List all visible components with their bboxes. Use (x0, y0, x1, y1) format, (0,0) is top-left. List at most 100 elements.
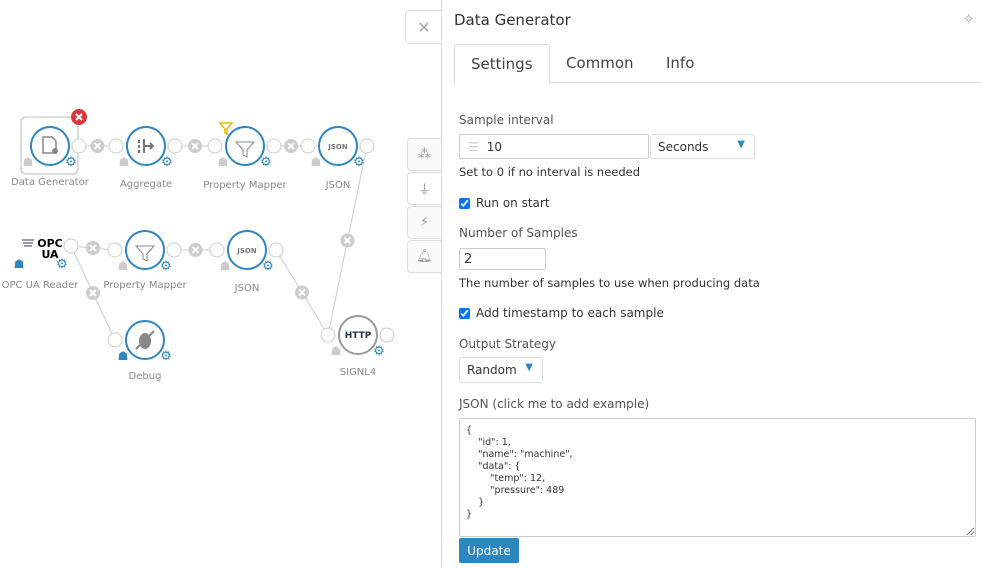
interval-unit-select[interactable]: Seconds ▼ (650, 134, 755, 159)
svg-text:JSON: JSON (327, 143, 348, 151)
gear-icon[interactable]: ⚙ (65, 155, 77, 170)
debug-icon[interactable]: ☗ (118, 349, 129, 363)
debug-icon[interactable]: ☗ (23, 155, 34, 169)
tab-info[interactable]: Info (650, 44, 710, 83)
flow-node-debug[interactable]: ☗ ⚙ Debug (107, 320, 172, 382)
add-timestamp-checkbox[interactable]: Add timestamp to each sample (459, 306, 664, 320)
json-icon: JSON (327, 143, 348, 151)
output-port[interactable] (167, 138, 183, 154)
json-icon: JSON (236, 247, 257, 255)
debug-icon[interactable]: ☗ (220, 259, 231, 273)
node-label: Data Generator (11, 177, 90, 188)
delete-connection-button[interactable] (188, 139, 202, 153)
delete-node-button[interactable] (71, 109, 87, 125)
debug-icon[interactable]: ☗ (218, 155, 229, 169)
bell-icon: 🔔︎ (416, 249, 433, 264)
flow-canvas[interactable]: ☗ ⚙ Data Generator ☗ ⚙ Aggregate ☗ ⚙ Property Ma… (0, 0, 405, 568)
json-label[interactable]: JSON (click me to add example) (459, 397, 649, 411)
gear-icon[interactable]: ⚙ (373, 344, 385, 359)
flow-node-dg[interactable]: ☗ ⚙ Data Generator (11, 109, 90, 188)
node-label: OPC UA Reader (2, 280, 80, 291)
panel-title: Data Generator (454, 11, 571, 29)
node-label: Property Mapper (203, 180, 287, 191)
magic-tool-button[interactable]: ⚡ (407, 206, 441, 239)
gear-icon[interactable]: ⚙ (161, 155, 173, 170)
plug-icon: ⏚ (417, 183, 431, 198)
svg-text:JSON: JSON (236, 247, 257, 255)
num-samples-label: Number of Samples (459, 226, 578, 240)
node-label: Aggregate (120, 179, 172, 190)
output-strategy-label: Output Strategy (459, 337, 556, 351)
input-port[interactable] (300, 138, 316, 154)
delete-connection-button[interactable] (86, 286, 100, 300)
filter-icon (218, 122, 234, 136)
properties-panel: Data Generator ✧ Settings Common Info Sa… (441, 0, 981, 568)
node-circle[interactable] (225, 126, 265, 166)
panel-tabs: Settings Common Info (454, 44, 981, 84)
add-timestamp-check[interactable] (459, 307, 470, 319)
flow-node-opc[interactable]: OPCUA☗ ⚙OPC UA Reader (2, 237, 80, 291)
output-port[interactable] (379, 327, 395, 343)
output-port[interactable] (166, 242, 182, 258)
chevron-down-icon: ▼ (525, 362, 533, 373)
flow-node-json2[interactable]: JSON☗ ⚙JSON (209, 230, 284, 294)
flow-node-pm1[interactable]: ☗ ⚙ Property Mapper (203, 122, 287, 191)
flow-node-http[interactable]: HTTP☗ ⚙ SIGNL4 (320, 315, 395, 378)
output-port[interactable] (359, 138, 375, 154)
input-port[interactable] (107, 332, 123, 348)
debug-icon[interactable]: ☗ (118, 259, 129, 273)
run-on-start-checkbox[interactable]: Run on start (459, 196, 550, 210)
input-port[interactable] (320, 327, 336, 343)
debug-icon[interactable]: ☗ (331, 344, 342, 358)
gear-icon[interactable]: ⚙ (260, 155, 272, 170)
pin-icon[interactable]: ✧ (962, 10, 975, 28)
input-port[interactable] (107, 242, 123, 258)
gear-icon[interactable]: ⚙ (353, 155, 365, 170)
flow-node-agg[interactable]: ☗ ⚙ Aggregate (108, 126, 183, 190)
node-label: JSON (234, 283, 260, 294)
close-panel-button[interactable]: ✕ (405, 10, 442, 44)
debug-icon[interactable]: ☗ (119, 155, 130, 169)
chevron-down-icon: ▼ (737, 139, 745, 150)
node-label: SIGNL4 (340, 367, 376, 378)
plug-tool-button[interactable]: ⏚ (407, 172, 441, 205)
slider-icon: ☰ (468, 140, 479, 154)
sample-interval-input[interactable]: ☰ 10 (459, 134, 649, 159)
flow-node-json1[interactable]: JSON☗ ⚙JSON (300, 126, 375, 191)
num-samples-hint: The number of samples to use when produc… (459, 276, 760, 290)
delete-connection-button[interactable] (340, 233, 355, 248)
debug-icon[interactable]: ☗ (311, 155, 322, 169)
gear-icon[interactable]: ⚙ (160, 349, 172, 364)
flow-tool-button[interactable]: ⁂ (407, 138, 441, 171)
update-button[interactable]: Update (459, 538, 519, 563)
gear-icon[interactable]: ⚙ (262, 259, 274, 274)
bell-tool-button[interactable]: 🔔︎ (407, 240, 441, 273)
num-samples-input[interactable]: 2 (459, 248, 546, 270)
gear-icon[interactable]: ⚙ (160, 259, 172, 274)
output-port[interactable] (63, 238, 79, 254)
tab-common[interactable]: Common (550, 44, 650, 83)
http-icon: HTTP (345, 331, 372, 341)
debug-icon[interactable]: ☗ (14, 257, 25, 271)
output-port[interactable] (266, 138, 282, 154)
tab-settings[interactable]: Settings (454, 44, 550, 84)
output-port[interactable] (268, 242, 284, 258)
node-circle[interactable] (30, 126, 70, 166)
flow-node-pm2[interactable]: ☗ ⚙ Property Mapper (103, 230, 187, 291)
input-port[interactable] (108, 138, 124, 154)
delete-connection-button[interactable] (188, 243, 203, 257)
output-port[interactable] (71, 138, 87, 154)
interval-hint: Set to 0 if no interval is needed (459, 165, 641, 179)
delete-connection-button[interactable] (90, 139, 105, 153)
delete-connection-button[interactable] (284, 139, 298, 153)
output-strategy-select[interactable]: Random ▼ (459, 357, 543, 383)
run-on-start-check[interactable] (459, 197, 470, 209)
node-circle[interactable] (125, 230, 165, 270)
node-label: Debug (129, 371, 162, 382)
input-port[interactable] (209, 242, 225, 258)
delete-connection-button[interactable] (86, 241, 100, 255)
input-port[interactable] (207, 138, 223, 154)
gear-icon[interactable]: ⚙ (56, 257, 68, 272)
delete-connection-button[interactable] (295, 285, 309, 300)
json-textarea[interactable] (459, 418, 976, 537)
